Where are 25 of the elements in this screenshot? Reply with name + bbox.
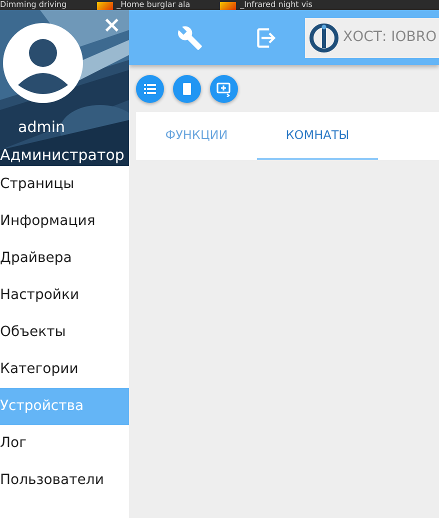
sidebar-item[interactable]: Драйвера [0, 240, 129, 277]
sidebar-item[interactable]: Информация [0, 203, 129, 240]
tab[interactable]: КОМНАТЫ [257, 112, 378, 160]
sidebar-item[interactable]: Объекты [0, 314, 129, 351]
user-role: Администратор [0, 145, 124, 166]
sidebar-item[interactable]: Категории [0, 351, 129, 388]
browser-tab[interactable]: Dimming driving [0, 0, 67, 10]
sidebar-item[interactable]: Пользователи [0, 462, 129, 499]
sidebar-item[interactable]: Настройки [0, 277, 129, 314]
avatar-icon [3, 23, 83, 103]
device-button[interactable] [173, 75, 201, 103]
user-name: admin [18, 117, 65, 138]
sidebar-item[interactable]: Страницы [0, 166, 129, 203]
sidebar-item[interactable]: Лог [0, 425, 129, 462]
device-icon [180, 82, 194, 96]
browser-tab[interactable]: _Infrared night vis [240, 0, 312, 10]
browser-tab[interactable]: _Home burglar ala [116, 0, 190, 10]
tab-icon [220, 2, 236, 10]
add-screen-button[interactable] [210, 75, 238, 103]
list-button[interactable] [136, 75, 164, 103]
logo-icon [309, 22, 339, 52]
host-label: ХОСТ: IOBRO [343, 28, 437, 47]
tab-icon [96, 2, 113, 10]
add-screen-icon [216, 81, 232, 97]
list-icon [143, 82, 157, 96]
